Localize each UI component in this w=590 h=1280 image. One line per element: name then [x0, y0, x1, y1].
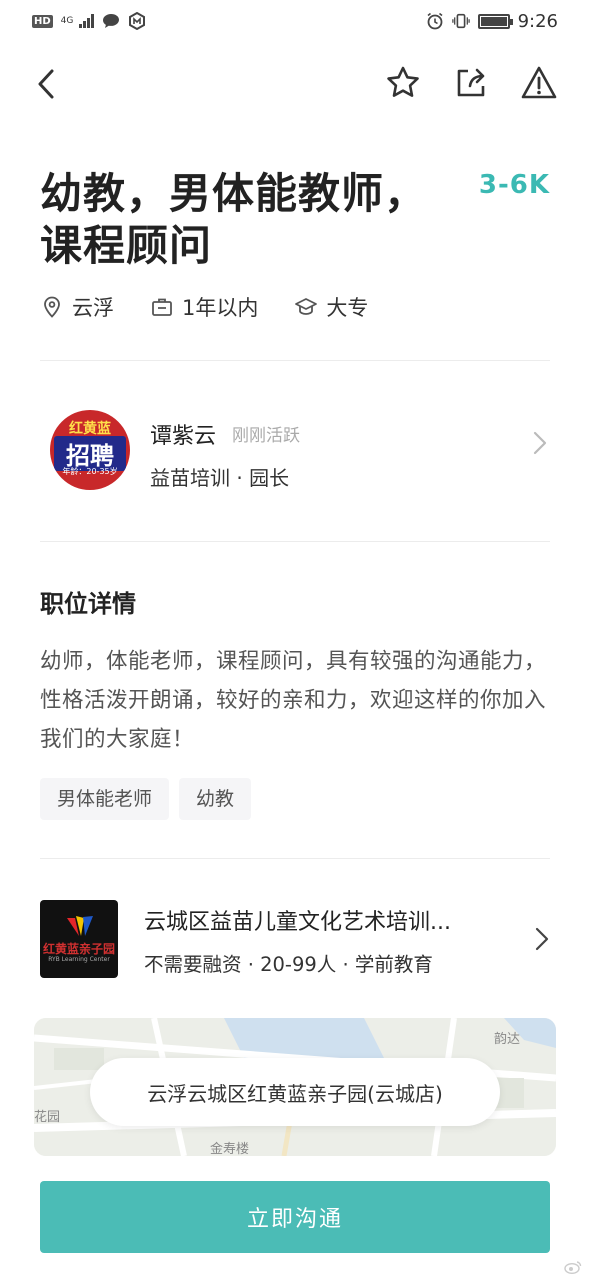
briefcase-icon [152, 298, 172, 316]
chat-now-button[interactable]: 立即沟通 [40, 1181, 550, 1253]
nav-actions [384, 64, 558, 102]
divider [40, 858, 550, 859]
job-meta: 云浮 1年以内 大专 [40, 292, 368, 322]
back-icon[interactable] [32, 66, 64, 102]
recruiter-active-status: 刚刚活跃 [232, 426, 300, 446]
recruiter-card[interactable]: 红黄蓝 招聘 年龄：20-35岁 谭紫云 刚刚活跃 益苗培训 · 园长 [40, 400, 550, 500]
meta-experience: 1年以内 [150, 292, 258, 322]
recruiter-name: 谭紫云 [150, 424, 217, 449]
logo-wing-icon [67, 916, 93, 936]
map-address-bubble[interactable]: 云浮云城区红黄蓝亲子园(云城店) [90, 1058, 500, 1126]
network-type: 4G [60, 15, 74, 26]
alarm-icon [426, 12, 444, 30]
watermark [564, 1260, 582, 1274]
share-icon[interactable] [452, 64, 490, 102]
location-text: 云浮 [72, 296, 114, 320]
company-info: 不需要融资 · 20-99人 · 学前教育 [144, 953, 433, 976]
favorite-star-icon[interactable] [384, 64, 422, 102]
graduation-cap-icon [295, 298, 318, 315]
status-left: HD 4G [32, 12, 146, 30]
experience-text: 1年以内 [182, 296, 259, 320]
job-salary: 3-6K [478, 170, 550, 200]
battery-icon [477, 13, 513, 29]
avatar-text-bottom: 年龄：20-35岁 [62, 467, 118, 476]
meta-education: 大专 [294, 292, 368, 322]
tag-item: 男体能老师 [40, 778, 170, 820]
chevron-right-icon [532, 430, 548, 456]
company-name: 云城区益苗儿童文化艺术培训... [144, 910, 451, 935]
location-map[interactable]: 韵达 金寿楼 花园 云浮云城区红黄蓝亲子园(云城店) [34, 1018, 556, 1156]
clock-time: 9:26 [517, 10, 558, 32]
job-title: 幼教，男体能教师，课程顾问 [40, 169, 428, 270]
weibo-icon [564, 1261, 582, 1274]
bottom-bar: 立即沟通 [0, 1158, 590, 1280]
section-title-details: 职位详情 [40, 590, 136, 618]
company-logo: 红黄蓝亲子园 RYB Learning Center [40, 900, 118, 978]
status-bar: HD 4G 9:26 [0, 0, 590, 42]
signal-icon [78, 14, 94, 28]
avatar-text-top: 红黄蓝 [69, 421, 111, 437]
message-icon [102, 12, 120, 30]
education-text: 大专 [326, 296, 369, 320]
logo-text: 红黄蓝亲子园 [42, 942, 115, 956]
tag-list: 男体能老师 幼教 [40, 778, 252, 820]
report-warning-icon[interactable] [520, 64, 558, 102]
vibrate-icon [451, 12, 470, 30]
logo-subtext: RYB Learning Center [48, 956, 110, 963]
chevron-right-icon [534, 926, 550, 952]
location-pin-icon [44, 296, 60, 318]
recruiter-company-role: 益苗培训 · 园长 [150, 466, 290, 490]
divider [40, 541, 550, 542]
divider [40, 360, 550, 361]
map-label: 韵达 [494, 1032, 521, 1047]
recruiter-avatar: 红黄蓝 招聘 年龄：20-35岁 [50, 410, 130, 490]
hd-badge: HD [32, 14, 53, 28]
status-right: 9:26 [426, 11, 558, 32]
map-label: 花园 [34, 1110, 61, 1125]
job-description: 幼师，体能老师，课程顾问，具有较强的沟通能力，性格活泼开朗诵，较好的亲和力，欢迎… [40, 649, 547, 752]
nav-bar [0, 56, 590, 112]
map-label: 金寿楼 [210, 1142, 250, 1156]
app-notification-icon [128, 12, 146, 30]
tag-item: 幼教 [179, 778, 252, 820]
meta-location: 云浮 [40, 292, 114, 322]
company-card[interactable]: 红黄蓝亲子园 RYB Learning Center 云城区益苗儿童文化艺术培训… [40, 898, 550, 978]
